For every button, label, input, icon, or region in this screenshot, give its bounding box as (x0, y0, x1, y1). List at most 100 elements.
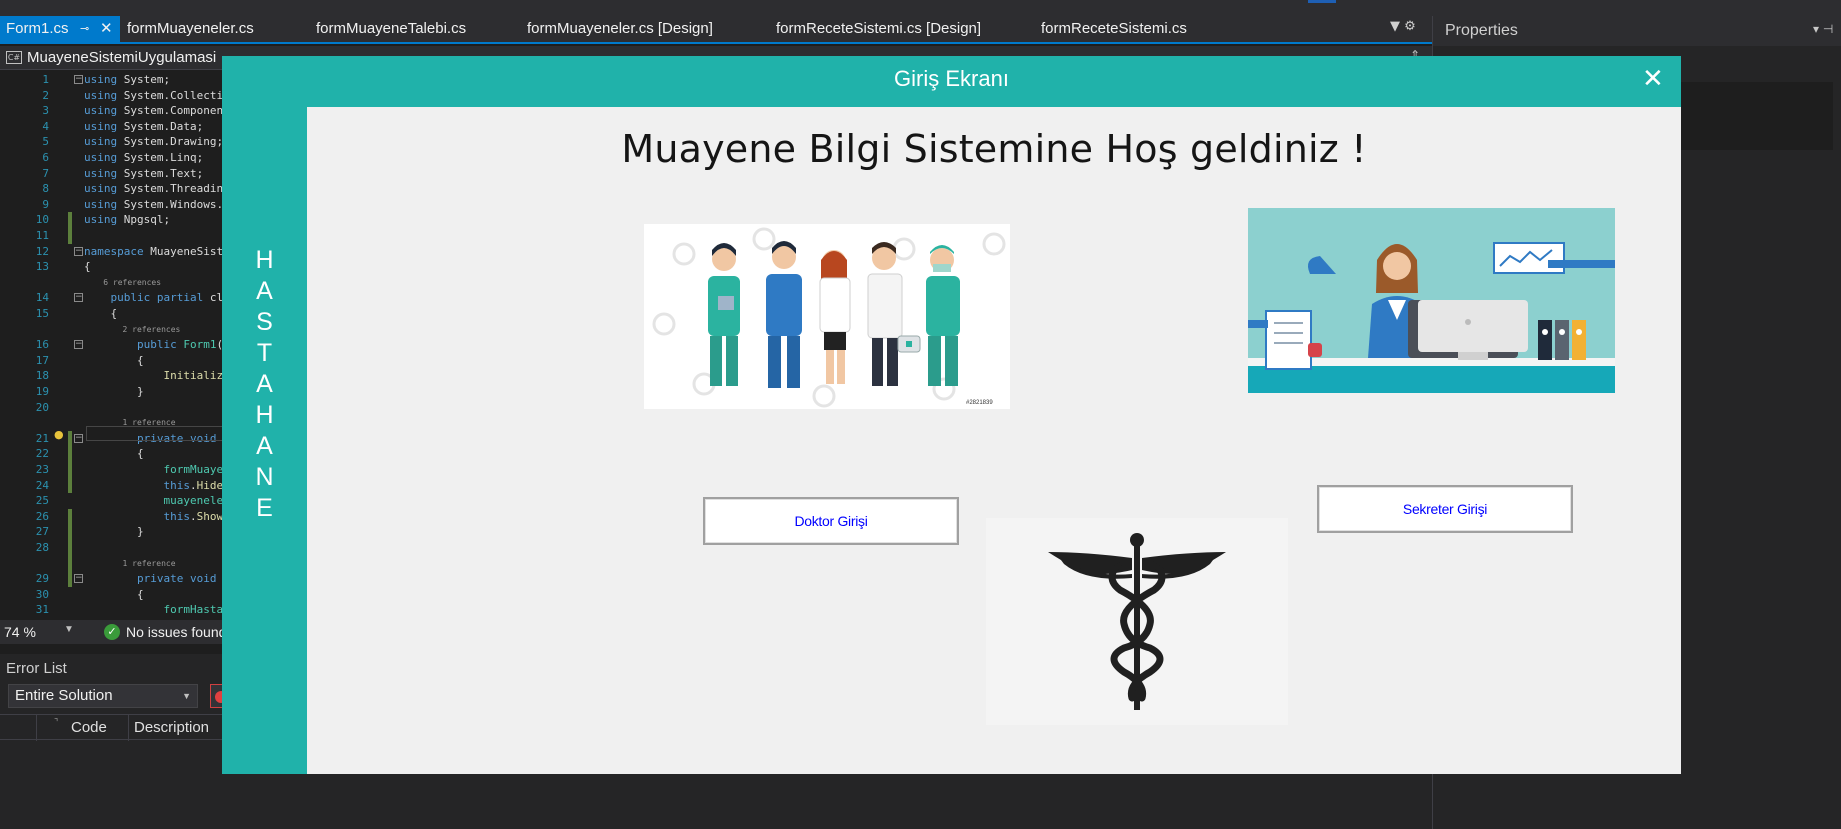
code-line[interactable]: 28 (0, 540, 230, 555)
code-line[interactable]: 8 using System.Threadin (0, 181, 230, 196)
dialog-content: Muayene Bilgi Sistemine Hoş geldiniz ! #… (307, 107, 1681, 774)
code-line[interactable]: 12 namespace MuayeneSist (0, 244, 230, 259)
codelens-reference-count[interactable]: 1 reference (0, 556, 230, 571)
tab-label: formMuayeneler.cs [Design] (527, 20, 713, 37)
collapse-icon[interactable]: − (74, 293, 83, 303)
close-icon[interactable]: ✕ (1642, 64, 1664, 94)
code-line[interactable]: 11 (0, 228, 230, 243)
current-line-highlight (86, 426, 230, 441)
sidebar-letter: A (256, 432, 273, 460)
chevron-down-icon[interactable]: ▼ (64, 624, 74, 635)
line-number: 8 (42, 182, 49, 196)
code-text: namespace MuayeneSist (84, 244, 224, 258)
code-text: private void (136, 572, 217, 586)
code-line[interactable]: 25 muayenele (0, 493, 230, 508)
line-number: 9 (42, 197, 49, 211)
pin-icon[interactable]: ⊸ (80, 16, 89, 42)
column-code[interactable]: Code (71, 719, 107, 736)
sidebar-letter: H (255, 401, 274, 429)
line-number: 15 (35, 307, 49, 320)
collapse-icon[interactable]: − (74, 75, 83, 84)
tab-overflow-settings-icons[interactable]: ▼ ⚙ (1390, 19, 1416, 34)
codelens-reference-count[interactable]: 6 references (0, 275, 230, 290)
line-number: 1 (42, 73, 49, 86)
code-text: 6 references (84, 277, 162, 287)
code-line[interactable]: 6 using System.Linq; (0, 150, 230, 165)
code-line[interactable]: 22 { (0, 446, 230, 461)
line-number: 28 (35, 541, 49, 554)
collapse-icon[interactable]: − (74, 246, 83, 256)
code-line[interactable]: 29 private void (0, 571, 230, 586)
code-text: using System.Linq; (84, 151, 204, 164)
code-line[interactable]: 24 this.Hide (0, 478, 230, 493)
code-line[interactable]: 10 using Npgsql; (0, 212, 230, 227)
panel-controls-icon[interactable]: ▾ ⊣ (1813, 22, 1833, 36)
code-line[interactable]: 18 Initializ (0, 368, 230, 383)
secretary-desk-image (1248, 242, 1615, 393)
welcome-heading: Muayene Bilgi Sistemine Hoş geldiniz ! (621, 127, 1367, 171)
line-number: 30 (35, 587, 49, 601)
lightbulb-icon[interactable]: ● (54, 428, 64, 441)
zoom-level[interactable]: 74 % (4, 624, 36, 640)
code-line[interactable]: 31 formHasta (0, 602, 230, 617)
collapse-icon[interactable]: − (74, 574, 83, 584)
tab-formmuayeneler-design[interactable]: formMuayeneler.cs [Design] (527, 16, 713, 42)
tab-formmuayeneler-cs[interactable]: formMuayeneler.cs (127, 16, 254, 42)
scope-select[interactable]: Entire Solution ▼ (8, 684, 198, 708)
code-line[interactable]: 3 using System.Componen (0, 103, 230, 118)
line-number: 26 (35, 509, 49, 523)
code-text: using Npgsql; (84, 213, 171, 227)
code-line[interactable]: 26 this.Show (0, 509, 230, 524)
code-line[interactable]: 19 } (0, 384, 230, 399)
code-line[interactable]: 17 { (0, 353, 230, 368)
code-line[interactable]: 23 formMuaye (0, 462, 230, 477)
code-line[interactable]: 15 { (0, 306, 230, 321)
error-list-header: ⌝ Code Description (0, 714, 230, 741)
code-line[interactable]: 2 using System.Collecti (0, 88, 230, 103)
column-description[interactable]: Description (134, 719, 209, 736)
collapse-icon[interactable]: − (74, 340, 83, 350)
code-line[interactable]: 13 { (0, 259, 230, 274)
code-line[interactable]: 27 } (0, 524, 230, 539)
tab-form1-cs[interactable]: Form1.cs ⊸ ✕ (0, 16, 120, 42)
codelens-reference-count[interactable]: 2 references (0, 322, 230, 337)
close-icon[interactable]: ✕ (100, 16, 113, 42)
doctor-login-button[interactable]: Doktor Girişi (703, 497, 959, 545)
code-line[interactable]: 9 using System.Windows. (0, 197, 230, 212)
code-line[interactable]: 30 { (0, 587, 230, 602)
code-text: { (84, 353, 144, 367)
tab-formrecetesistemi-cs[interactable]: formReceteSistemi.cs (1041, 16, 1187, 42)
line-number: 17 (35, 353, 49, 367)
tab-label: Form1.cs (6, 20, 69, 37)
tab-formmuayenetalebi-cs[interactable]: formMuayeneTalebi.cs (316, 16, 466, 42)
ide-menu-strip (0, 0, 1841, 16)
issues-status[interactable]: No issues found (126, 624, 226, 640)
code-line[interactable]: 5 using System.Drawing; (0, 134, 230, 149)
tab-label: formMuayeneler.cs (127, 20, 254, 37)
tab-formrecetesistemi-design[interactable]: formReceteSistemi.cs [Design] (776, 16, 981, 42)
code-text: this.Show (163, 509, 224, 523)
line-number: 5 (42, 135, 49, 149)
code-line[interactable]: 4 using System.Data; (0, 119, 230, 134)
column-divider (128, 715, 129, 741)
code-line[interactable]: 20 (0, 400, 230, 415)
code-line[interactable]: 1 using System; (0, 72, 230, 87)
sort-icon[interactable]: ⌝ (54, 717, 58, 728)
dialog-title-bar[interactable]: Giriş Ekranı ✕ (222, 56, 1681, 106)
secretary-illustration (1248, 208, 1615, 393)
code-line[interactable]: 7 using System.Text; (0, 166, 230, 181)
line-number: 11 (35, 229, 49, 242)
collapse-icon[interactable]: − (74, 433, 83, 443)
code-editor[interactable]: 1 using System; −2 using System.Collecti 3 us… (0, 70, 230, 620)
change-marker (68, 508, 72, 587)
secretary-login-button[interactable]: Sekreter Girişi (1317, 485, 1573, 533)
ide-accent-mark (1308, 0, 1336, 3)
tab-label: formMuayeneTalebi.cs (316, 20, 467, 37)
hastahane-sidebar: HASTAHANE (222, 106, 307, 774)
code-text: { (84, 447, 144, 461)
code-line[interactable]: 16 public Form1( (0, 337, 230, 352)
project-dropdown[interactable]: MuayeneSistemiUygulamasi (27, 49, 216, 66)
code-line[interactable]: 14 public partial cl (0, 290, 230, 305)
sidebar-letter: H (255, 246, 274, 274)
code-text: muayenele (163, 494, 224, 508)
